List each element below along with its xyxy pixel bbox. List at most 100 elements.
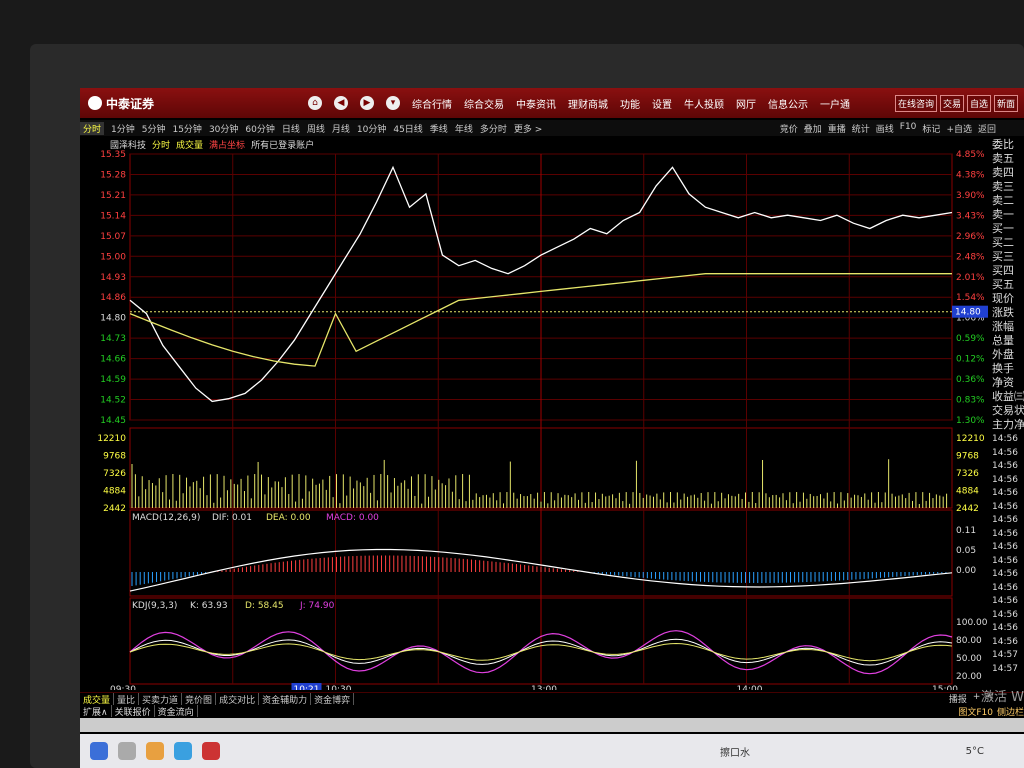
sidebar-time-16: 14:57 [992,650,1018,660]
period-9[interactable]: 10分钟 [357,122,386,135]
sidebar-label-4: 卖二 [992,194,1014,207]
macd-dea: DEA: 0.00 [266,513,311,523]
period-11[interactable]: 季线 [430,122,448,135]
bottom-right-0[interactable]: 播报 [949,692,967,705]
bottom-tab-5[interactable]: 资金辅助力 [259,693,312,706]
bottom-right-1[interactable]: + [973,692,981,705]
sidebar-label-7: 买二 [992,236,1014,249]
nav-item-4[interactable]: 功能 [620,96,640,111]
sidebar-time-12: 14:56 [992,596,1018,606]
sidebar-label-18: 收益㈢ [992,390,1024,403]
nav-item-6[interactable]: 牛人投顾 [684,96,724,111]
header-button-1[interactable]: 交易 [939,94,964,112]
sidebar-label-10: 买五 [992,278,1014,291]
period-0[interactable]: 分时 [80,121,105,135]
weather-text: 5°C [965,745,984,757]
period-8[interactable]: 月线 [332,122,350,135]
period-10[interactable]: 45日线 [393,122,422,135]
nav-item-2[interactable]: 中泰资讯 [516,96,556,111]
pct-label-4: 2.96% [956,232,985,242]
period-5[interactable]: 60分钟 [245,122,274,135]
price-label-7: 14.86 [100,293,126,303]
sub-tab-1[interactable]: 关联报价 [112,705,155,718]
price-label-5: 15.00 [100,252,126,262]
kdj-k: K: 63.93 [190,601,228,611]
toolbar-right-6[interactable]: 标记 [922,122,940,135]
browser-icon[interactable] [174,742,192,760]
period-4[interactable]: 30分钟 [209,122,238,135]
ticker-strip [80,718,1024,732]
sidebar-time-4: 14:56 [992,488,1018,498]
vol-label-right-4: 2442 [956,504,979,514]
sidebar-time-10: 14:56 [992,569,1018,579]
pct-label-11: 0.36% [956,375,985,385]
price-label-12: 14.52 [100,396,126,406]
bottom-tab-4[interactable]: 成交对比 [216,693,260,706]
toolbar-right-1[interactable]: 叠加 [804,122,822,135]
bottom-tab-6[interactable]: 资金博弈 [311,693,355,706]
bottom-tab-2[interactable]: 买卖力道 [139,693,183,706]
pct-label-6: 2.01% [956,273,985,283]
start-icon[interactable] [90,742,108,760]
footer-right-0[interactable]: 图文F10 [958,705,993,718]
period-12[interactable]: 年线 [455,122,473,135]
sub-tab-2[interactable]: 资金流向 [155,705,198,718]
nav-item-7[interactable]: 网厅 [736,96,756,111]
dropdown-icon[interactable]: ▾ [386,96,400,110]
app-logo: 中泰证券 [88,95,308,112]
sidebar-label-6: 买一 [992,222,1014,235]
nav-item-1[interactable]: 综合交易 [464,96,504,111]
period-1[interactable]: 1分钟 [111,122,135,135]
bottom-tab-1[interactable]: 量比 [114,693,140,706]
header-button-0[interactable]: 在线咨询 [894,94,937,112]
period-3[interactable]: 15分钟 [172,122,201,135]
sidebar-label-16: 换手 [992,362,1014,375]
period-13[interactable]: 多分时 [480,122,507,135]
toolbar-right-2[interactable]: 重播 [828,122,846,135]
bottom-tab-0[interactable]: 成交量 [80,693,115,706]
period-2[interactable]: 5分钟 [142,122,166,135]
toolbar-right-7[interactable]: +自选 [946,122,972,135]
toolbar-right: 竞价 叠加 重播 统计 画线 F10 标记 +自选 返回 [780,122,996,135]
vol-label-left-0: 12210 [97,434,126,444]
bottom-tab-3[interactable]: 竞价图 [182,693,217,706]
toolbar-right-5[interactable]: F10 [900,122,917,135]
search-icon[interactable] [118,742,136,760]
intraday-chart[interactable]: 15.35 4.85% 15.28 4.38% 15.21 3.90% 15.14 3.43%… [80,150,1024,690]
period-7[interactable]: 周线 [307,122,325,135]
nav-item-3[interactable]: 理财商城 [568,96,608,111]
price-label-8: 14.80 [100,314,126,324]
toolbar-right-3[interactable]: 统计 [852,122,870,135]
header-button-3[interactable]: 新面 [993,94,1018,112]
sidebar-label-3: 卖三 [992,180,1014,193]
price-label-11: 14.59 [100,375,126,385]
period-6[interactable]: 日线 [282,122,300,135]
kdj-axis-3: 20.00 [956,672,982,682]
toolbar-right-4[interactable]: 画线 [876,122,894,135]
forward-icon[interactable]: ▶ [360,96,374,110]
nav-item-0[interactable]: 综合行情 [412,96,452,111]
sidebar-time-2: 14:56 [992,461,1018,471]
footer-right-1[interactable]: 侧边栏 [997,705,1024,718]
toolbar-right-8[interactable]: 返回 [978,122,996,135]
app-icon[interactable] [146,742,164,760]
indicator-tabs: 成交量 量比 买卖力道 竞价图 成交对比 资金辅助力 资金博弈 [80,692,1024,706]
nav-item-5[interactable]: 设置 [652,96,672,111]
period-14[interactable]: 更多 > [514,122,542,135]
header-button-2[interactable]: 自选 [966,94,991,112]
toolbar-right-0[interactable]: 竞价 [780,122,798,135]
app-name: 中泰证券 [106,96,155,111]
nav-item-8[interactable]: 信息公示 [768,96,808,111]
time-label-4: 15:00 [932,685,958,690]
trading-app-icon[interactable] [202,742,220,760]
home-icon[interactable]: ⌂ [308,96,322,110]
pct-label-7: 1.54% [956,293,985,303]
time-label-2: 13:00 [531,685,557,690]
vol-label-left-4: 2442 [103,504,126,514]
os-taskbar: 擦口水 5°C [80,734,1024,768]
sub-tab-0[interactable]: 扩展∧ [80,705,112,718]
pct-label-1: 4.38% [956,170,985,180]
pct-label-12: 0.83% [956,396,985,406]
back-icon[interactable]: ◀ [334,96,348,110]
nav-item-9[interactable]: 一户通 [820,96,850,111]
